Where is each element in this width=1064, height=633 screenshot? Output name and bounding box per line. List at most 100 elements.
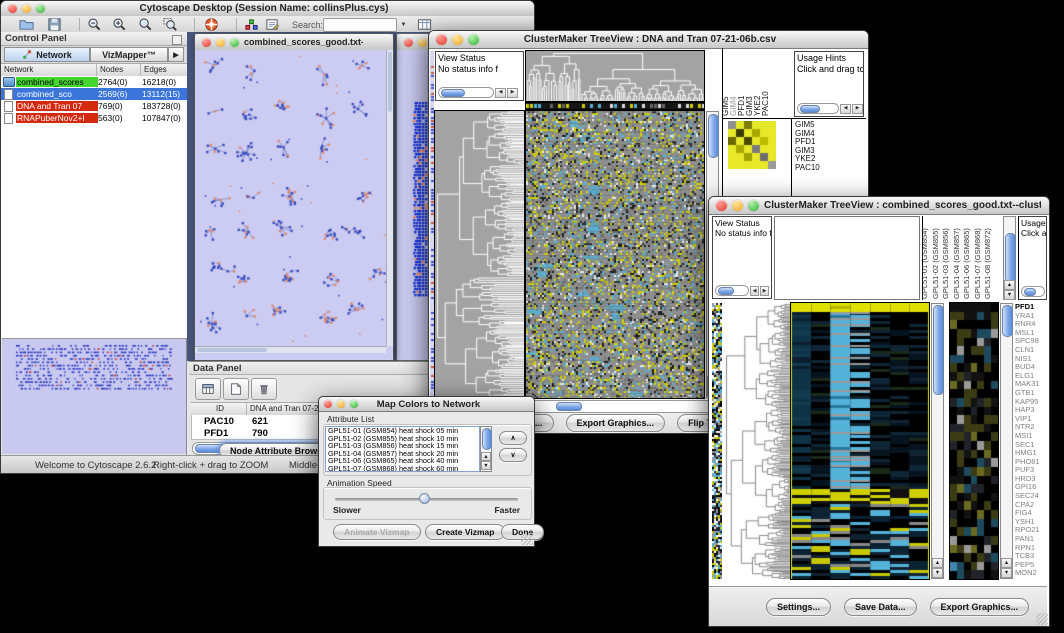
attribute-item[interactable]: GPL51-06 (GSM865) heat shock 40 min	[328, 457, 479, 465]
zoom-window-icon[interactable]	[468, 34, 479, 45]
zoom-window-icon[interactable]	[36, 4, 45, 13]
treeview2-titlebar[interactable]: ClusterMaker TreeView : combined_scores_…	[709, 197, 1049, 215]
column-label[interactable]: GPL51-01 (GSM854)	[921, 228, 929, 299]
treeview1-action-button[interactable]: Export Graphics...	[566, 414, 666, 432]
window-a-hscrollbar[interactable]	[195, 346, 386, 353]
attribute-item[interactable]: GPL51-07 (GSM868) heat shock 60 min	[328, 465, 479, 472]
gene-label[interactable]: VIP1	[1015, 415, 1048, 424]
zoom-window-icon[interactable]	[350, 400, 358, 408]
gene-label[interactable]: YKE2	[795, 155, 864, 164]
minimize-icon[interactable]	[452, 34, 463, 45]
gene-label[interactable]: CPA2	[1015, 501, 1048, 510]
scroll-down-icon[interactable]: ▼	[1001, 568, 1012, 578]
create-vizmap-button[interactable]: Create Vizmap	[425, 524, 505, 540]
gene-label[interactable]: YSH1	[1015, 518, 1048, 527]
heatmap-vscrollbar[interactable]: ▲ ▼	[931, 303, 944, 579]
gene-label[interactable]: KAP95	[1015, 398, 1048, 407]
col-nodes[interactable]: Nodes	[97, 64, 141, 76]
minimize-icon[interactable]	[22, 4, 31, 13]
network-table-row[interactable]: RNAPuberNov2+I 563(0) 107847(0)	[1, 112, 187, 124]
vscroll-thumb[interactable]	[1002, 305, 1013, 337]
row-dendrogram[interactable]	[724, 303, 790, 579]
scroll-right-icon[interactable]: ▶	[507, 88, 518, 98]
scroll-up-icon[interactable]: ▲	[1004, 280, 1015, 290]
minimize-icon[interactable]	[337, 400, 345, 408]
animation-slider-thumb[interactable]	[419, 493, 430, 504]
gene-label[interactable]: PFD1	[1015, 303, 1048, 312]
network-view-window-a[interactable]: combined_scores_good.txt--cluste...	[194, 33, 394, 361]
close-icon[interactable]	[202, 38, 211, 47]
gene-label[interactable]: PAN1	[1015, 535, 1048, 544]
column-label[interactable]: GPL51-06 (GSM865)	[963, 228, 971, 299]
col-id[interactable]: ID	[191, 403, 247, 415]
scroll-up-icon[interactable]: ▲	[1001, 558, 1012, 568]
row-dendrogram[interactable]	[435, 111, 524, 398]
close-icon[interactable]	[404, 38, 413, 47]
gene-label[interactable]: TCB3	[1015, 552, 1048, 561]
map-colors-dialog[interactable]: Map Colors to Network Attribute List GPL…	[318, 396, 535, 547]
search-dropdown-icon[interactable]: ▼	[397, 18, 410, 32]
view-status-hscrollbar[interactable]	[715, 285, 749, 296]
treeview2-action-button[interactable]: Settings...	[766, 598, 831, 616]
close-icon[interactable]	[8, 4, 17, 13]
treeview2-window[interactable]: ClusterMaker TreeView : combined_scores_…	[708, 196, 1050, 627]
detail-vscrollbar[interactable]: ▲ ▼	[1000, 303, 1013, 579]
gene-label[interactable]: PUF3	[1015, 466, 1048, 475]
col-network[interactable]: Network	[1, 64, 97, 76]
minimize-icon[interactable]	[732, 200, 743, 211]
scroll-down-icon[interactable]: ▼	[932, 568, 943, 578]
tab-network[interactable]: Network	[4, 47, 90, 62]
minimize-icon[interactable]	[418, 38, 427, 47]
gene-label[interactable]: GTB1	[1015, 389, 1048, 398]
gene-label[interactable]: CLN1	[1015, 346, 1048, 355]
scroll-right-icon[interactable]: ▶	[852, 104, 863, 114]
column-label[interactable]: GPL51-08 (GSM872)	[984, 228, 992, 299]
close-icon[interactable]	[716, 200, 727, 211]
zoom-window-icon[interactable]	[230, 38, 239, 47]
gene-label[interactable]: SEC24	[1015, 492, 1048, 501]
scroll-up-icon[interactable]: ▲	[932, 558, 943, 568]
column-dendrogram-area[interactable]	[774, 216, 920, 300]
network-overview-minimap[interactable]	[2, 338, 186, 454]
treeview2-action-button[interactable]: Export Graphics...	[930, 598, 1030, 616]
usage-hints-hscrollbar[interactable]	[1021, 286, 1045, 297]
vscroll-thumb[interactable]	[1005, 233, 1016, 283]
top-vscrollbar[interactable]: ▲ ▼	[1003, 216, 1016, 300]
attribute-item[interactable]: GPL51-03 (GSM856) heat shock 15 min	[328, 442, 479, 450]
gene-label[interactable]: MAK31	[1015, 380, 1048, 389]
zoom-window-icon[interactable]	[748, 200, 759, 211]
gene-label[interactable]: SPC98	[1015, 337, 1048, 346]
column-label[interactable]: GPL51-03 (GSM856)	[942, 228, 950, 299]
attribute-list[interactable]: GPL51-01 (GSM854) heat shock 05 minGPL51…	[325, 426, 480, 472]
gene-label[interactable]: MSI1	[1015, 432, 1048, 441]
close-icon[interactable]	[324, 400, 332, 408]
usage-hints-hscrollbar[interactable]	[797, 103, 839, 114]
window-a-vscrollbar[interactable]	[386, 50, 393, 346]
heatmap-main[interactable]	[526, 111, 704, 398]
gene-label[interactable]: RNR4	[1015, 320, 1048, 329]
network-table-row[interactable]: combined_sco 2569(6) 13112(15)	[1, 88, 187, 100]
float-panel-icon[interactable]	[172, 35, 182, 45]
detail-heatmap[interactable]	[950, 303, 998, 579]
column-label[interactable]: PAC10	[762, 91, 770, 116]
move-up-button[interactable]: ∧	[499, 431, 527, 445]
vscroll-thumb[interactable]	[933, 305, 944, 395]
gene-label[interactable]: PEP5	[1015, 561, 1048, 570]
scroll-down-icon[interactable]: ▼	[481, 461, 491, 470]
heatmap-main[interactable]	[791, 303, 929, 579]
close-icon[interactable]	[436, 34, 447, 45]
gene-label[interactable]: NTR2	[1015, 423, 1048, 432]
gene-label[interactable]: HMG1	[1015, 449, 1048, 458]
tab-vizmapper[interactable]: VizMapper™	[90, 47, 168, 62]
window-a-titlebar[interactable]: combined_scores_good.txt--cluste...	[195, 34, 393, 51]
resize-grip[interactable]	[1036, 613, 1048, 625]
gene-label[interactable]: MSL1	[1015, 329, 1048, 338]
tab-overflow-button[interactable]: ▶	[168, 47, 184, 62]
treeview1-titlebar[interactable]: ClusterMaker TreeView : DNA and Tran 07-…	[429, 31, 868, 49]
main-titlebar[interactable]: Cytoscape Desktop (Session Name: collins…	[1, 1, 534, 17]
gene-label[interactable]: YRA1	[1015, 312, 1048, 321]
vscroll-thumb[interactable]	[482, 428, 492, 450]
search-input[interactable]	[323, 18, 397, 32]
scroll-right-icon[interactable]: ▶	[760, 286, 769, 296]
col-edges[interactable]: Edges	[141, 64, 187, 76]
